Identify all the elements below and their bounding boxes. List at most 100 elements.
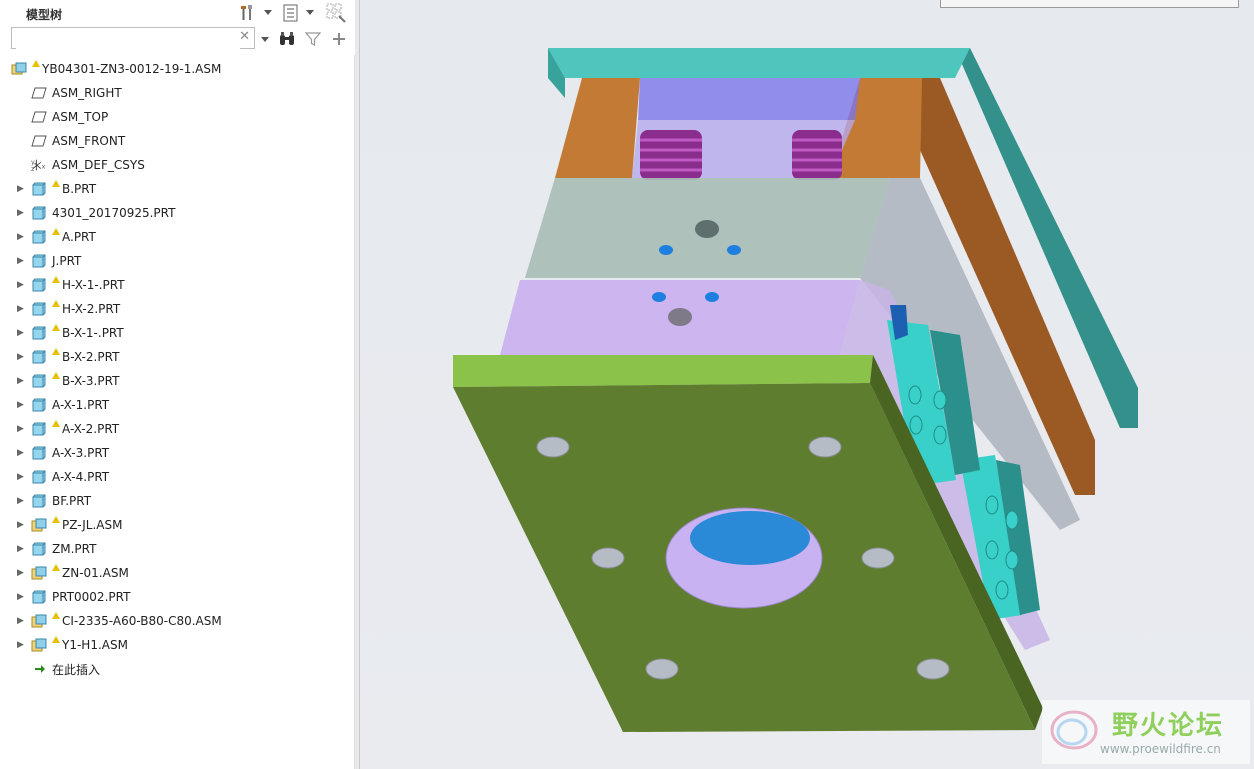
tree-item[interactable]: ▶ B-X-3.PRT (0, 369, 355, 393)
expand-arrow-icon[interactable]: ▶ (17, 304, 25, 314)
tree-item[interactable]: ▶ A-X-1.PRT (0, 393, 355, 417)
search-dropdown-icon[interactable] (259, 29, 271, 51)
part-icon (31, 182, 47, 196)
tree-item[interactable]: ▶ CI-2335-A60-B80-C80.ASM (0, 609, 355, 633)
tree-item-label: PZ-JL.ASM (62, 518, 123, 532)
expand-arrow-icon[interactable]: ▶ (17, 352, 25, 362)
tree-item[interactable]: ▶ 4301_20170925.PRT (0, 201, 355, 225)
warning-icon (52, 324, 60, 331)
tree-item[interactable]: ▶ A-X-2.PRT (0, 417, 355, 441)
tree-search-input[interactable] (16, 29, 240, 49)
tree-item-label: A-X-1.PRT (52, 398, 110, 412)
tree-item-label: ZM.PRT (52, 542, 97, 556)
expand-arrow-icon[interactable]: ▶ (17, 520, 25, 530)
tree-item[interactable]: ▶ A-X-4.PRT (0, 465, 355, 489)
part-icon (31, 422, 47, 436)
assembly-icon (31, 566, 47, 580)
rear-plate-top (548, 48, 970, 78)
expand-arrow-icon[interactable]: ▶ (17, 544, 25, 554)
warning-icon (52, 636, 60, 643)
tree-item-label: B-X-3.PRT (62, 374, 120, 388)
part-icon (31, 302, 47, 316)
part-icon (31, 230, 47, 244)
warning-icon (52, 516, 60, 523)
graphics-viewport[interactable]: 野火论坛 www.proewildfire.cn (360, 0, 1254, 769)
panel-title: 模型树 (26, 8, 63, 22)
expand-arrow-icon[interactable]: ▶ (17, 424, 25, 434)
warning-icon (32, 60, 40, 67)
expand-arrow-icon[interactable]: ▶ (17, 280, 25, 290)
warning-icon (52, 300, 60, 307)
part-icon (31, 254, 47, 268)
assembly-icon (31, 638, 47, 652)
tree-item[interactable]: ▶ PZ-JL.ASM (0, 513, 355, 537)
expand-arrow-icon[interactable]: ▶ (17, 184, 25, 194)
tree-root-item[interactable]: YB04301-ZN3-0012-19-1.ASM (0, 57, 355, 81)
add-column-icon[interactable] (330, 28, 348, 50)
clear-search-icon[interactable]: ✕ (239, 29, 250, 44)
tree-item-label: H-X-2.PRT (62, 302, 121, 316)
tree-item-label: A-X-4.PRT (52, 470, 110, 484)
settings-dropdown-icon[interactable] (262, 2, 274, 24)
tree-item-label: 在此插入 (52, 662, 101, 677)
expand-arrow-icon[interactable]: ▶ (17, 640, 25, 650)
tree-item[interactable]: ▶ B.PRT (0, 177, 355, 201)
warning-icon (52, 180, 60, 187)
tree-item-label: H-X-1-.PRT (62, 278, 125, 292)
watermark-logo-icon (1050, 710, 1098, 750)
model-tree-panel: 模型树 ✕ YB04301-ZN3-0012-19-1.ASM ASM_RIGH… (0, 0, 356, 769)
find-binoculars-icon[interactable] (277, 28, 297, 50)
spring-right (792, 130, 842, 180)
tree-search-field[interactable]: ✕ (11, 27, 255, 49)
tree-item[interactable]: ASM_TOP (0, 105, 355, 129)
tree-item[interactable]: y z x ASM_DEF_CSYS (0, 153, 355, 177)
tree-item[interactable]: ASM_RIGHT (0, 81, 355, 105)
part-icon (31, 542, 47, 556)
tree-item[interactable]: ▶ H-X-1-.PRT (0, 273, 355, 297)
tree-item-label: A.PRT (62, 230, 96, 244)
assembly-icon (31, 518, 47, 532)
part-icon (31, 350, 47, 364)
tree-item[interactable]: ▶ BF.PRT (0, 489, 355, 513)
settings-tools-icon[interactable] (237, 2, 259, 24)
expand-arrow-icon[interactable]: ▶ (17, 448, 25, 458)
part-icon (31, 590, 47, 604)
layers-icon[interactable] (325, 2, 349, 24)
tree-item[interactable]: ▶ B-X-1-.PRT (0, 321, 355, 345)
tree-item[interactable]: ▶ PRT0002.PRT (0, 585, 355, 609)
expand-arrow-icon[interactable]: ▶ (17, 592, 25, 602)
show-dropdown-icon[interactable] (304, 2, 316, 24)
expand-arrow-icon[interactable]: ▶ (17, 568, 25, 578)
tree-item[interactable]: ▶ Y1-H1.ASM (0, 633, 355, 657)
watermark-url: www.proewildfire.cn (1100, 742, 1221, 756)
tree-item[interactable]: ▶ H-X-2.PRT (0, 297, 355, 321)
expand-arrow-icon[interactable]: ▶ (17, 376, 25, 386)
expand-arrow-icon[interactable]: ▶ (17, 256, 25, 266)
expand-arrow-icon[interactable]: ▶ (17, 232, 25, 242)
part-icon (31, 470, 47, 484)
tree-item[interactable]: ▶ ZM.PRT (0, 537, 355, 561)
tree-item[interactable]: ASM_FRONT (0, 129, 355, 153)
tree-item[interactable]: ▶ J.PRT (0, 249, 355, 273)
part-icon (31, 398, 47, 412)
expand-arrow-icon[interactable]: ▶ (17, 328, 25, 338)
insert-here-item[interactable]: 在此插入 (0, 657, 355, 681)
tree-root-label: YB04301-ZN3-0012-19-1.ASM (42, 62, 222, 76)
expand-arrow-icon[interactable]: ▶ (17, 616, 25, 626)
assembly-icon (31, 614, 47, 628)
tree-item-label: B-X-1-.PRT (62, 326, 124, 340)
filter-icon[interactable] (304, 28, 322, 50)
expand-arrow-icon[interactable]: ▶ (17, 208, 25, 218)
mold-assembly-model[interactable] (360, 0, 1254, 769)
tree-item[interactable]: ▶ A.PRT (0, 225, 355, 249)
expand-arrow-icon[interactable]: ▶ (17, 400, 25, 410)
tree-item[interactable]: ▶ A-X-3.PRT (0, 441, 355, 465)
insert-here-arrow-icon (32, 662, 48, 676)
show-options-icon[interactable] (280, 2, 302, 24)
expand-arrow-icon[interactable]: ▶ (17, 472, 25, 482)
tree-item[interactable]: ▶ B-X-2.PRT (0, 345, 355, 369)
expand-arrow-icon[interactable]: ▶ (17, 496, 25, 506)
sprue-hole (690, 511, 810, 565)
tree-item[interactable]: ▶ ZN-01.ASM (0, 561, 355, 585)
tree-item-label: J.PRT (52, 254, 82, 268)
